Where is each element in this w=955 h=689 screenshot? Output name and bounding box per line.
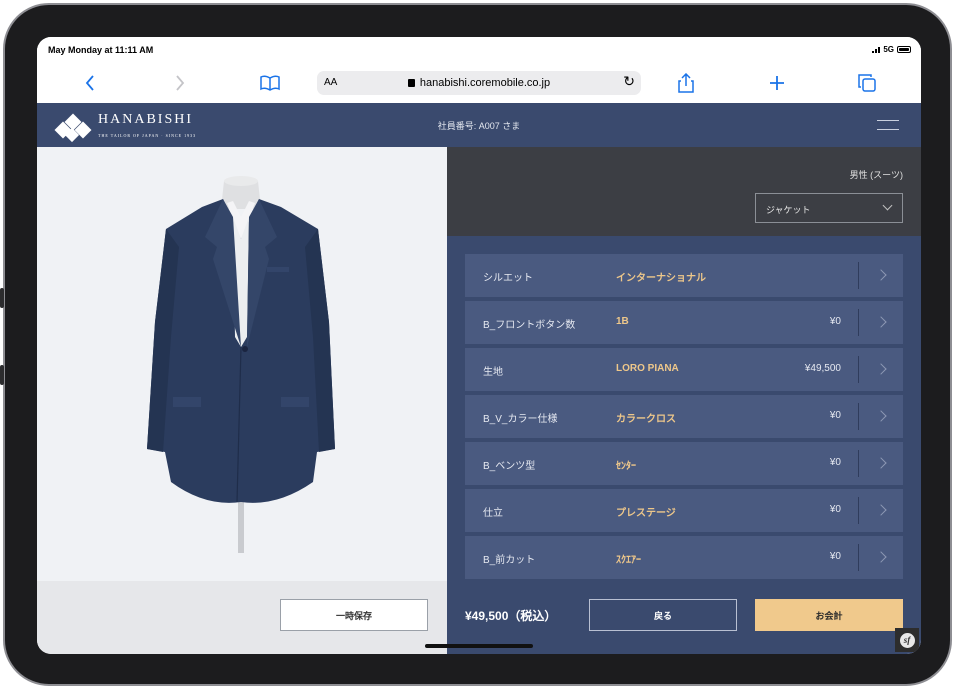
site-header: HANABISHI THE TAILOR OF JAPAN · SINCE 19… [37,103,921,147]
option-value: ｾﾝﾀｰ [616,461,636,472]
option-label: B_前カット [483,555,536,566]
left-footer: 一時保存 [37,581,447,654]
item-type-select[interactable]: ジャケット [755,193,903,223]
lock-icon [407,79,415,87]
option-price: ¥0 [829,551,841,562]
option-row-vent[interactable]: B_ベンツ型 ｾﾝﾀｰ ¥0 [465,442,903,485]
home-indicator[interactable] [425,644,533,648]
option-label: 仕立 [483,508,503,519]
option-row-silhouette[interactable]: シルエット インターナショナル [465,254,903,297]
tabs-icon[interactable] [853,71,881,95]
battery-icon [897,46,911,53]
chevron-right-icon [875,551,887,563]
chevron-right-icon [875,504,887,516]
sf-badge-icon[interactable]: sf [895,628,919,652]
option-row-front-buttons[interactable]: B_フロントボタン数 1B ¥0 [465,301,903,344]
hamburger-menu-icon[interactable] [877,120,899,130]
chevron-right-icon [875,363,887,375]
status-indicators: 5G [872,45,911,54]
config-header: 男性 (スーツ) ジャケット [447,147,921,236]
option-row-collar[interactable]: B_V_カラー仕様 カラークロス ¥0 [465,395,903,438]
option-value: LORO PIANA [616,363,679,374]
option-value: インターナショナル [616,273,706,284]
employee-number: 社員番号: A007 さま [437,121,521,131]
status-bar: May Monday at 11:11 AM 5G [37,37,921,65]
chevron-right-icon [875,457,887,469]
share-icon[interactable] [672,71,700,95]
signal-icon [872,46,881,53]
chevron-right-icon [875,410,887,422]
url-text: hanabishi.coremobile.co.jp [419,77,551,89]
screen: May Monday at 11:11 AM 5G AA hanabishi.c… [37,37,921,654]
option-value: プレステージ [616,508,676,519]
back-icon[interactable] [76,71,104,95]
divider [858,403,859,430]
total-price: ¥49,500（税込） [465,609,557,623]
chevron-right-icon [875,316,887,328]
option-label: B_ベンツ型 [483,461,536,472]
save-draft-button[interactable]: 一時保存 [280,599,428,631]
option-label: シルエット [483,273,533,284]
option-label: B_フロントボタン数 [483,320,576,331]
option-value: カラークロス [616,414,676,425]
browser-toolbar: AA hanabishi.coremobile.co.jp ↻ [37,65,921,103]
option-value: ｽｸｴｱｰ [616,555,641,566]
reload-icon[interactable]: ↻ [623,73,635,90]
divider [858,262,859,289]
option-price: ¥0 [829,504,841,515]
url-display: hanabishi.coremobile.co.jp [317,77,641,89]
divider [858,544,859,571]
chevron-down-icon [882,200,893,211]
divider [858,309,859,336]
address-bar[interactable]: AA hanabishi.coremobile.co.jp ↻ [317,71,641,95]
option-price: ¥0 [829,316,841,327]
forward-icon[interactable] [166,71,194,95]
option-label: 生地 [483,367,503,378]
option-price: ¥49,500 [804,363,841,374]
side-button [0,365,4,385]
option-label: B_V_カラー仕様 [483,414,558,425]
option-row-fabric[interactable]: 生地 LORO PIANA ¥49,500 [465,348,903,391]
back-button[interactable]: 戻る [589,599,737,631]
checkout-button[interactable]: お会計 [755,599,903,631]
jacket-image [147,176,335,553]
divider [858,497,859,524]
option-row-front-cut[interactable]: B_前カット ｽｸｴｱｰ ¥0 [465,536,903,579]
option-price: ¥0 [829,410,841,421]
bookmarks-icon[interactable] [256,71,284,95]
option-value: 1B [616,316,629,327]
chevron-right-icon [875,269,887,281]
item-type-value: ジャケット [766,205,811,215]
option-row-tailoring[interactable]: 仕立 プレステージ ¥0 [465,489,903,532]
gender-category: 男性 (スーツ) [849,170,903,180]
side-button [0,288,4,308]
divider [858,356,859,383]
product-preview [37,147,447,581]
divider [858,450,859,477]
option-price: ¥0 [829,457,841,468]
status-time: May Monday at 11:11 AM [48,45,154,55]
option-list: シルエット インターナショナル B_フロントボタン数 1B ¥0 生地 LORO… [447,236,921,581]
new-tab-icon[interactable] [763,71,791,95]
network-label: 5G [883,45,894,54]
